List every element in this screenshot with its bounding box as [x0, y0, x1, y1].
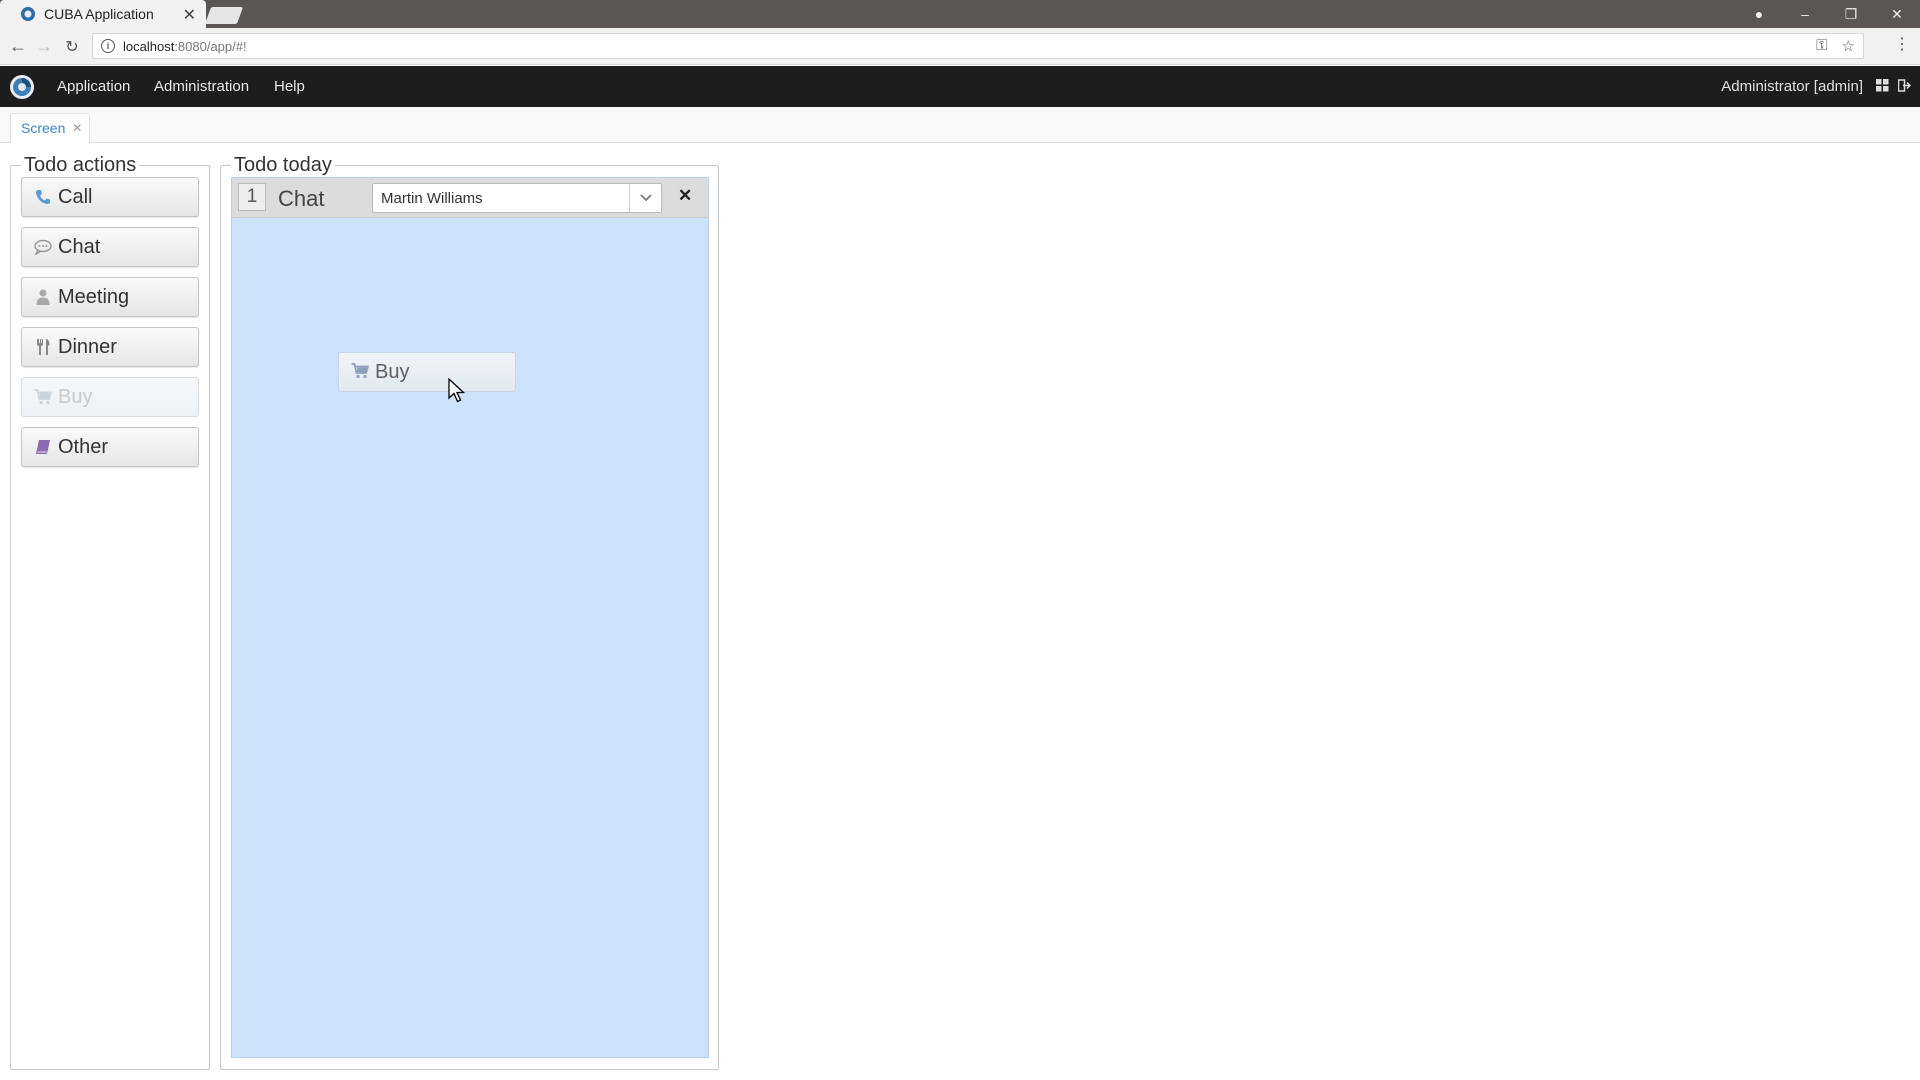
key-icon[interactable]: ⚿ [1816, 37, 1827, 55]
browser-tab[interactable]: CUBA Application ✕ [0, 0, 206, 28]
back-icon[interactable]: ← [8, 36, 28, 57]
window-close-icon[interactable]: ✕ [1874, 6, 1920, 23]
other-button-label: Other [58, 435, 109, 458]
minimize-icon[interactable]: – [1782, 6, 1828, 22]
new-window-icon[interactable] [1876, 79, 1890, 93]
dinner-button[interactable]: Dinner [21, 327, 199, 367]
other-button[interactable]: Other [21, 427, 199, 467]
dragged-buy-label: Buy [375, 360, 410, 383]
call-button-label: Call [58, 185, 93, 208]
menu-administration[interactable]: Administration [154, 66, 249, 107]
close-tab-icon[interactable]: ✕ [183, 5, 196, 25]
new-tab-button[interactable] [204, 7, 244, 24]
url-host: localhost [123, 38, 175, 54]
person-select[interactable]: Martin Williams [372, 183, 662, 213]
app-logo-icon [10, 75, 34, 99]
shopping-cart-icon [34, 388, 52, 406]
address-toolbar: ← → ↻ i localhost:8080/app/#! ⚿ ☆ ⋮ [0, 28, 1920, 65]
chat-button-label: Chat [58, 235, 101, 258]
menu-application[interactable]: Application [57, 66, 130, 107]
book-icon [34, 438, 52, 456]
user-label[interactable]: Administrator [admin] [1721, 66, 1863, 107]
chrome-menu-icon[interactable]: ⋮ [1894, 34, 1910, 54]
address-input[interactable]: i localhost:8080/app/#! ⚿ ☆ [92, 33, 1864, 59]
reload-icon[interactable]: ↻ [62, 37, 82, 57]
info-icon[interactable]: i [101, 39, 115, 53]
tab-screen-label: Screen [21, 120, 66, 136]
phone-icon [34, 188, 52, 206]
restore-icon[interactable]: ❐ [1828, 6, 1874, 23]
dinner-button-label: Dinner [58, 335, 117, 358]
browser-titlebar: CUBA Application ✕ ● – ❐ ✕ [0, 0, 1920, 28]
todo-dropzone[interactable]: 1 Chat Martin Williams ✕ [231, 177, 709, 1058]
dragged-buy-button[interactable]: Buy [338, 352, 516, 392]
chat-button[interactable]: Chat [21, 227, 199, 267]
chevron-down-icon[interactable] [629, 184, 661, 212]
chat-bubble-icon [34, 238, 52, 256]
call-button[interactable]: Call [21, 177, 199, 217]
todo-actions-title: Todo actions [21, 154, 140, 176]
shopping-cart-icon [351, 363, 369, 381]
todo-item-type: Chat [278, 186, 325, 211]
buy-button-label: Buy [58, 385, 93, 408]
mouse-cursor-icon [448, 377, 468, 409]
star-icon[interactable]: ☆ [1842, 37, 1855, 55]
app-menubar: Application Administration Help Administ… [0, 66, 1920, 107]
buy-button[interactable]: Buy [21, 377, 199, 417]
todo-item-row: 1 Chat Martin Williams ✕ [232, 178, 708, 218]
todo-today-title: Todo today [231, 154, 335, 176]
url-path: :8080/app/#! [174, 38, 247, 54]
profile-icon[interactable]: ● [1736, 6, 1782, 22]
remove-item-icon[interactable]: ✕ [678, 186, 692, 206]
cuba-favicon-icon [20, 6, 36, 22]
browser-tab-title: CUBA Application [44, 6, 154, 22]
forward-icon[interactable]: → [34, 36, 54, 57]
meeting-button[interactable]: Meeting [21, 277, 199, 317]
menu-help[interactable]: Help [274, 66, 305, 107]
logout-icon[interactable] [1897, 79, 1912, 93]
user-icon [34, 288, 52, 306]
todo-actions-panel: Todo actions Call Chat Meeting Dinner Bu… [10, 154, 210, 1070]
meeting-button-label: Meeting [58, 285, 130, 308]
person-select-value: Martin Williams [381, 190, 483, 207]
todo-item-number: 1 [238, 183, 266, 211]
tab-screen[interactable]: Screen ✕ [10, 113, 91, 143]
screen-tabstrip: Screen ✕ [0, 107, 1920, 143]
close-screen-tab-icon[interactable]: ✕ [72, 114, 82, 142]
cutlery-icon [34, 338, 52, 356]
